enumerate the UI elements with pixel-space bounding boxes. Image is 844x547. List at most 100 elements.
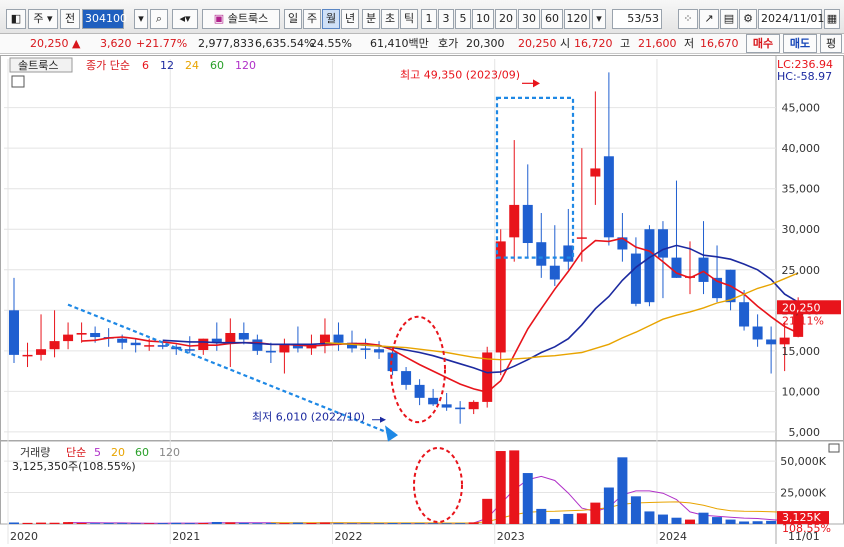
- minute-1[interactable]: 1: [421, 9, 437, 29]
- candle-body: [130, 342, 141, 346]
- volume-bar: [522, 473, 533, 524]
- period-month[interactable]: 월: [322, 9, 340, 29]
- volume-bar: [9, 522, 19, 524]
- volume-bar: [509, 450, 520, 524]
- current-price: 20,250: [30, 37, 69, 50]
- ma-legend-60: 60: [210, 59, 224, 72]
- interval-second[interactable]: 초: [381, 9, 399, 29]
- page-count-field[interactable]: 53/53: [612, 9, 662, 29]
- grid-tool-icon[interactable]: ⁘: [678, 9, 698, 29]
- draw-tool-icon[interactable]: ↗: [699, 9, 719, 29]
- code-dropdown-icon[interactable]: ▾: [134, 9, 148, 29]
- minute-3[interactable]: 3: [438, 9, 454, 29]
- calendar-icon[interactable]: ▦: [824, 9, 840, 29]
- period-year[interactable]: 년: [341, 9, 359, 29]
- stock-name-field[interactable]: ▣ 솔트룩스: [202, 9, 280, 29]
- stock-code-input[interactable]: 304100: [82, 9, 127, 29]
- last-volume-percent: 108.55%: [782, 522, 831, 535]
- volume-bar: [712, 517, 723, 524]
- chart-menu-icon[interactable]: ◧: [6, 9, 26, 29]
- candle-body: [468, 401, 479, 410]
- candle-body: [252, 339, 263, 351]
- date-input[interactable]: 2024/11/01: [758, 9, 824, 29]
- gear-icon[interactable]: ⚙: [739, 9, 757, 29]
- page-count: 53: [627, 12, 642, 25]
- candle-body: [563, 245, 574, 262]
- chart-area[interactable]: 최고 49,350 (2023/09) 최저 6,010 (2022/10) 5,…: [0, 55, 844, 544]
- volume-bar: [698, 512, 709, 524]
- candle-body: [657, 229, 668, 258]
- ma-legend-12: 12: [160, 59, 174, 72]
- price-volume-chart[interactable]: 최고 49,350 (2023/09) 최저 6,010 (2022/10) 5,…: [0, 55, 844, 544]
- period-type-label: 주: [33, 12, 44, 25]
- volume-ma-legend-5: 5: [94, 446, 101, 459]
- volume-bar: [739, 521, 750, 524]
- minute-60[interactable]: 60: [541, 9, 563, 29]
- volume-ma-legend-120: 120: [159, 446, 180, 459]
- candle-body: [441, 404, 452, 408]
- volume-panel-frame: [0, 440, 844, 525]
- current-volume: 3,125,350주(108.55%): [12, 460, 136, 473]
- interval-tick[interactable]: 틱: [400, 9, 418, 29]
- volume-bar: [76, 522, 87, 524]
- volume-bar: [495, 451, 506, 524]
- minute-10[interactable]: 10: [472, 9, 494, 29]
- volume-bar: [360, 523, 371, 524]
- volume-bar: [36, 522, 47, 524]
- save-icon[interactable]: ▤: [720, 9, 738, 29]
- last-price-percent: 21.11%: [782, 314, 824, 327]
- volume-bar: [428, 523, 439, 524]
- candle-body: [22, 354, 33, 357]
- prefix-button[interactable]: 전: [60, 9, 80, 29]
- ma-legend-120: 120: [235, 59, 256, 72]
- search-icon[interactable]: ⌕: [150, 9, 168, 29]
- candle-body: [644, 229, 655, 303]
- open-label: 시: [560, 37, 571, 50]
- minute-30[interactable]: 30: [518, 9, 540, 29]
- volume-bar: [644, 511, 655, 524]
- volume-bar: [144, 523, 155, 524]
- minute-dropdown-icon[interactable]: ▾: [592, 9, 606, 29]
- candle-body: [401, 371, 412, 385]
- sound-icon[interactable]: ◂▾: [172, 9, 198, 29]
- period-day[interactable]: 일: [284, 9, 302, 29]
- price-tick-label: 45,000: [782, 102, 821, 115]
- candle-body: [414, 384, 425, 398]
- volume-bar: [347, 523, 357, 524]
- candle-body: [198, 338, 209, 351]
- volume-bar: [603, 487, 614, 524]
- candle-body: [238, 332, 249, 340]
- candle-body: [265, 350, 276, 353]
- period-week[interactable]: 주: [303, 9, 321, 29]
- volume-bar: [306, 522, 317, 524]
- average-button[interactable]: 평: [820, 34, 842, 53]
- volume-ratio: 6,635.54%: [255, 37, 315, 50]
- hc-value: HC:-58.97: [777, 70, 832, 83]
- candle-body: [536, 242, 547, 266]
- sell-button[interactable]: 매도: [783, 34, 817, 53]
- candle-body: [522, 204, 533, 244]
- change-percent: +21.77%: [136, 37, 188, 50]
- candle-body: [36, 349, 47, 355]
- turnover-rate: 24.55%: [310, 37, 352, 50]
- stock-name: 솔트룩스: [227, 12, 269, 25]
- volume-bar: [130, 523, 141, 524]
- candle-body: [144, 345, 155, 347]
- minute-5[interactable]: 5: [455, 9, 471, 29]
- candle-body: [374, 349, 385, 353]
- volume-bar: [685, 519, 695, 524]
- minute-20[interactable]: 20: [495, 9, 517, 29]
- time-tick-label: 2023: [497, 530, 525, 543]
- candle-body: [590, 168, 601, 177]
- price-tick-label: 25,000: [782, 264, 821, 277]
- period-type-select[interactable]: 주 ▾: [28, 9, 58, 29]
- candle-body: [779, 337, 790, 345]
- volume-bar: [752, 521, 763, 524]
- price-tick-label: 40,000: [782, 142, 821, 155]
- minute-120[interactable]: 120: [564, 9, 590, 29]
- price-tick-label: 5,000: [789, 426, 821, 439]
- interval-minute[interactable]: 분: [362, 9, 380, 29]
- candle-body: [752, 326, 763, 340]
- change-arrow: ▲: [72, 37, 81, 50]
- buy-button[interactable]: 매수: [746, 34, 780, 53]
